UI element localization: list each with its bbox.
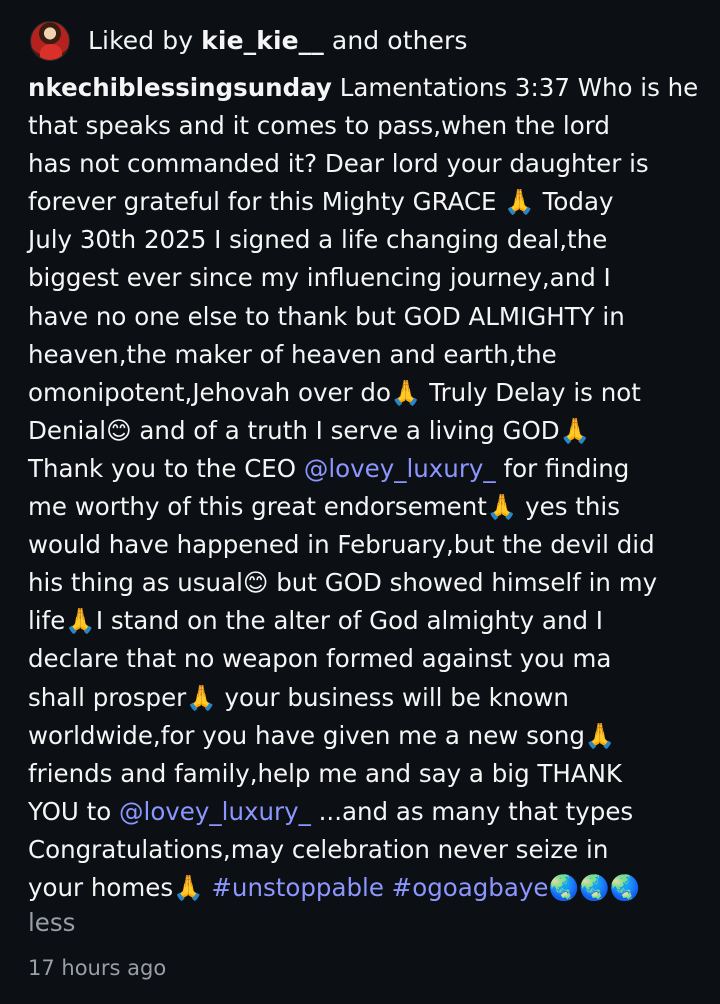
caption-line: worldwide,for you have given me a new so…	[28, 720, 616, 750]
caption-line: your homes🙏 #unstoppable #ogoagbaye🌏🌏🌏	[28, 869, 704, 907]
caption-line: his thing as usual😊 but GOD showed himse…	[28, 568, 658, 598]
caption-line: forever grateful for this Mighty GRACE 🙏…	[28, 187, 614, 217]
caption-line: that speaks and it comes to pass,when th…	[28, 111, 610, 141]
less-toggle[interactable]: less	[28, 904, 75, 942]
caption-text: ...and as many that types	[310, 796, 634, 826]
liked-by-text: Liked by kie_kie__ and others	[88, 26, 468, 56]
mention-link[interactable]: @lovey_luxury_	[304, 454, 496, 483]
caption-line: nkechiblessingsunday Lamentations 3:37 W…	[28, 69, 704, 107]
avatar[interactable]	[30, 21, 70, 61]
caption-text: your homes🙏	[28, 872, 212, 902]
globe-emoji: 🌏🌏🌏	[548, 872, 640, 902]
caption-line: Thank you to the CEO @lovey_luxury_ for …	[28, 450, 704, 488]
caption-text: for finding	[495, 453, 630, 483]
caption-line: shall prosper🙏 your business will be kno…	[28, 682, 569, 712]
caption-line: Congratulations,may celebration never se…	[28, 834, 609, 864]
caption-text: Lamentations 3:37 Who is he	[331, 73, 699, 102]
mention-link[interactable]: @lovey_luxury_	[119, 797, 311, 826]
caption-line: me worthy of this great endorsement🙏 yes…	[28, 492, 620, 522]
caption-line: heaven,the maker of heaven and earth,the	[28, 339, 557, 369]
post-caption: nkechiblessingsunday Lamentations 3:37 W…	[28, 69, 704, 907]
caption-line: YOU to @lovey_luxury_ ...and as many tha…	[28, 793, 704, 831]
caption-line: have no one else to thank but GOD ALMIGH…	[28, 301, 625, 331]
caption-line: declare that no weapon formed against yo…	[28, 644, 612, 674]
liked-by-prefix: Liked by	[88, 26, 202, 55]
caption-text: Thank you to the CEO	[28, 453, 304, 483]
caption-line: July 30th 2025 I signed a life changing …	[28, 225, 608, 255]
hashtag-links[interactable]: #unstoppable #ogoagbaye	[211, 873, 548, 902]
caption-line: friends and family,help me and say a big…	[28, 758, 622, 788]
caption-line: would have happened in February,but the …	[28, 530, 655, 560]
post-timestamp: 17 hours ago	[28, 956, 167, 980]
liked-by-suffix[interactable]: and others	[324, 26, 468, 55]
caption-line: life🙏I stand on the alter of God almight…	[28, 606, 604, 636]
caption-line: Denial😊 and of a truth I serve a living …	[28, 415, 591, 445]
caption-text: YOU to	[28, 796, 120, 826]
caption-line: biggest ever since my influencing journe…	[28, 263, 611, 293]
caption-line: omonipotent,Jehovah over do🙏 Truly Delay…	[28, 377, 641, 407]
author-username[interactable]: nkechiblessingsunday	[28, 73, 332, 102]
liked-by-username[interactable]: kie_kie__	[201, 26, 324, 55]
liked-by-row[interactable]: Liked by kie_kie__ and others	[30, 18, 468, 64]
caption-line: has not commanded it? Dear lord your dau…	[28, 149, 649, 179]
